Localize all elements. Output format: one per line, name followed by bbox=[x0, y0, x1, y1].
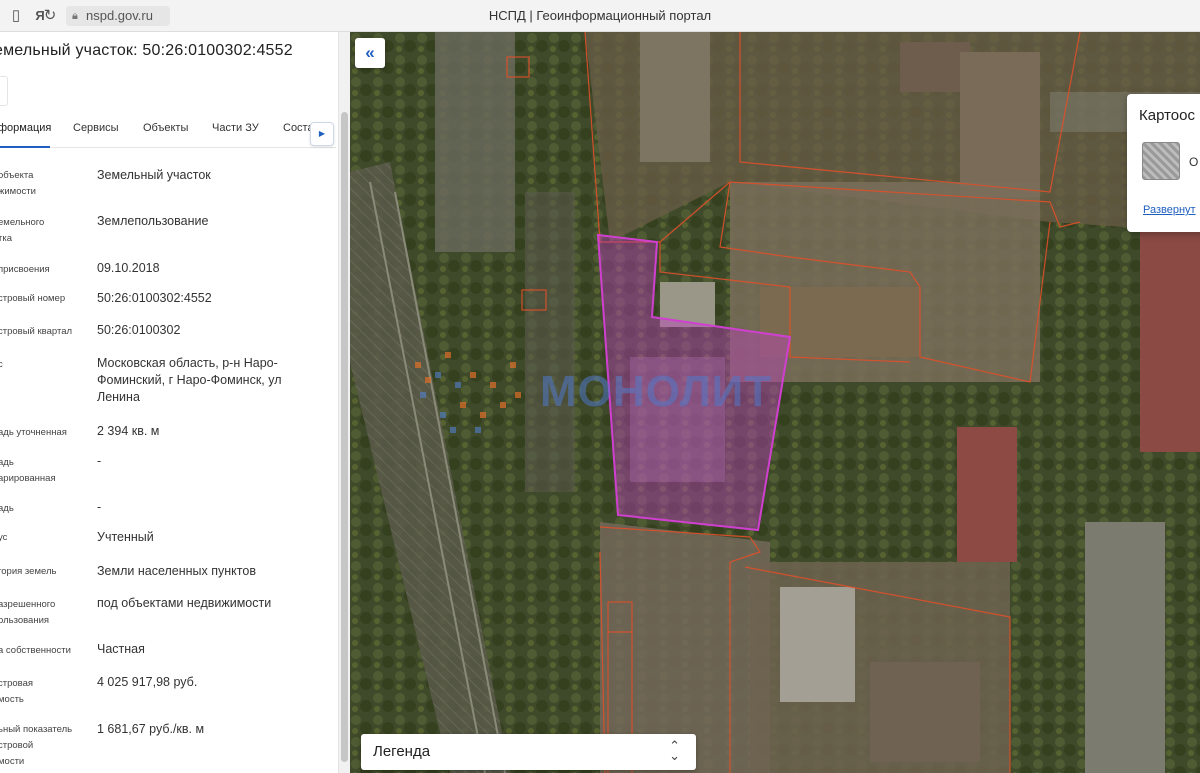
basemap-card: Картоос О Развернут bbox=[1127, 94, 1200, 232]
basemap-card-title: Картоос bbox=[1139, 107, 1195, 124]
attr-value-cadastral-value: 4 025 917,98 руб. bbox=[97, 675, 198, 689]
satellite-imagery bbox=[350, 32, 1200, 773]
page-title: НСПД | Геоинформационный портал bbox=[488, 8, 712, 23]
attr-label-area-specified: адь уточненная bbox=[0, 427, 67, 438]
legend-dropdown[interactable]: Легенда ⌃ ⌄ bbox=[361, 734, 696, 770]
attr-label-address: с bbox=[0, 359, 3, 370]
expand-link[interactable]: Развернут bbox=[1143, 204, 1196, 216]
attr-value-permitted-use: под объектами недвижимости bbox=[97, 596, 272, 610]
attr-label-cadastral-quarter: стровый квартал bbox=[0, 326, 73, 337]
attr-label-specific-value: ьный показатель стровой мости bbox=[0, 724, 73, 767]
attr-label-permitted-use: азрешенного ользования bbox=[0, 599, 56, 626]
tab-parcel-parts[interactable]: Части ЗУ bbox=[212, 122, 259, 134]
attr-label-ownership: а собственности bbox=[0, 645, 71, 656]
tab-services[interactable]: Сервисы bbox=[73, 122, 119, 134]
attr-label-area-declared: адь арированная bbox=[0, 457, 56, 484]
tab-information[interactable]: формация bbox=[0, 122, 51, 134]
attr-value-land-category: Земли населенных пунктов bbox=[97, 564, 256, 578]
attr-value-cadastral-quarter: 50:26:0100302 bbox=[97, 323, 181, 337]
reload-icon[interactable]: ↻ bbox=[40, 6, 60, 26]
tab-objects[interactable]: Объекты bbox=[143, 122, 188, 134]
legend-label: Легенда bbox=[373, 743, 431, 760]
double-chevron-left-icon: « bbox=[365, 43, 375, 62]
attr-value-parcel-type: Землепользование bbox=[97, 214, 209, 228]
attr-label-object-type: объекта жимости bbox=[0, 170, 36, 197]
tab-list-icon[interactable]: ▯ bbox=[6, 6, 26, 26]
attr-value-area-specified: 2 394 кв. м bbox=[97, 424, 160, 438]
attr-label-land-category: гория земель bbox=[0, 566, 57, 577]
attr-value-object-type: Земельный участок bbox=[97, 168, 211, 182]
attr-value-specific-value: 1 681,67 руб./кв. м bbox=[97, 722, 205, 736]
panel-scrollbar-thumb[interactable] bbox=[341, 112, 348, 762]
updown-chevron-icon: ⌃ ⌄ bbox=[669, 738, 680, 763]
url-text: nspd.gov.ru bbox=[86, 8, 153, 23]
attr-value-ownership: Частная bbox=[97, 642, 145, 656]
attr-label-area: адь bbox=[0, 503, 14, 514]
active-tab-indicator bbox=[0, 146, 50, 148]
watermark-text: МОНОЛИТ bbox=[540, 367, 773, 416]
info-panel: емельный участок: 50:26:0100302:4552 фор… bbox=[0, 32, 350, 773]
tabs-scroll-right-button[interactable]: ▶ bbox=[310, 122, 334, 146]
basemap-item-label: О bbox=[1189, 155, 1199, 169]
lock-icon: 🔒︎ bbox=[72, 10, 78, 22]
attr-label-cadastral-value: стровая мость bbox=[0, 678, 34, 705]
panel-action-placeholder[interactable] bbox=[0, 76, 8, 106]
attr-label-cadastral-number: стровый номер bbox=[0, 293, 66, 304]
tab-composition[interactable]: Соста bbox=[283, 122, 314, 134]
address-bar[interactable]: 🔒︎ nspd.gov.ru bbox=[66, 6, 170, 26]
attr-value-address: Московская область, р-н Наро-Фоминский, … bbox=[97, 356, 282, 404]
attr-value-area-declared: - bbox=[97, 454, 102, 468]
attr-value-status: Учтенный bbox=[97, 530, 154, 544]
attr-value-assign-date: 09.10.2018 bbox=[97, 261, 160, 275]
attr-label-assign-date: присвоения bbox=[0, 264, 50, 275]
attr-label-status: ус bbox=[0, 532, 8, 543]
collapse-panel-button[interactable]: « bbox=[355, 38, 385, 68]
attr-value-cadastral-number: 50:26:0100302:4552 bbox=[97, 291, 212, 305]
basemap-thumbnail[interactable] bbox=[1142, 142, 1180, 180]
parcel-title: емельный участок: 50:26:0100302:4552 bbox=[0, 42, 293, 59]
tab-bar: формация Сервисы Объекты Части ЗУ Соста bbox=[0, 118, 336, 148]
map-view[interactable] bbox=[350, 32, 1200, 773]
browser-toolbar: ▯ Я ↻ 🔒︎ nspd.gov.ru НСПД | Геоинформаци… bbox=[0, 0, 1200, 32]
attr-label-parcel-type: емельного тка bbox=[0, 217, 45, 244]
attr-value-area: - bbox=[97, 500, 102, 514]
